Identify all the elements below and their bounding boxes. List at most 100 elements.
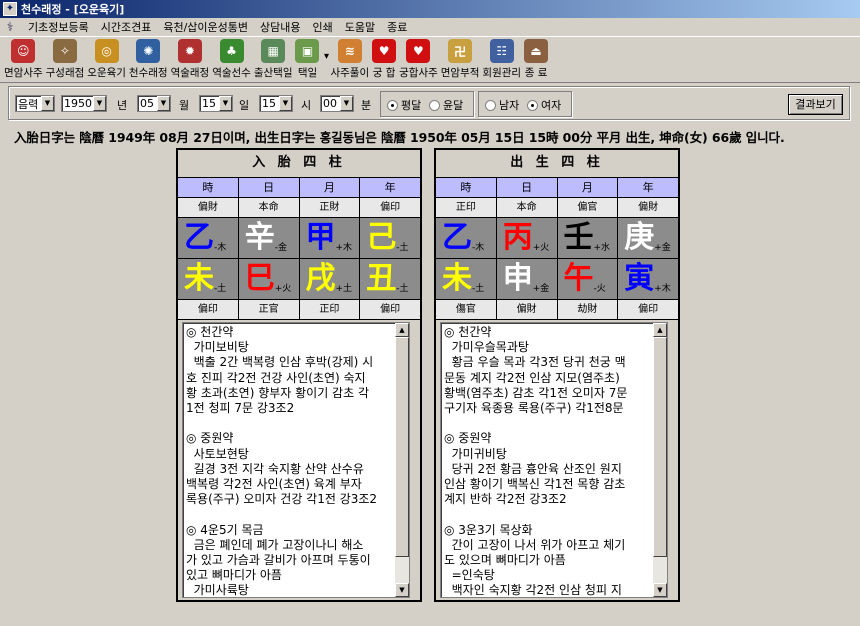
toolbar-button-5[interactable]: ♣ 역술선수 bbox=[212, 37, 251, 80]
scroll-thumb[interactable] bbox=[653, 337, 667, 557]
year-label: 년 bbox=[117, 99, 128, 112]
vertical-scrollbar[interactable]: ▲ ▼ bbox=[395, 323, 409, 597]
view-result-button[interactable]: 결과보기 bbox=[788, 94, 843, 115]
bottom-relations-row: 偏印 正官 正印 偏印 bbox=[178, 300, 420, 320]
radio-label: 평달 bbox=[401, 99, 422, 112]
branch-cell: 巳 +火 bbox=[238, 259, 300, 300]
chevron-down-icon: ▼ bbox=[157, 96, 170, 111]
menu-item-3[interactable]: 상담내용 bbox=[254, 19, 306, 36]
menu-item-1[interactable]: 시간조견표 bbox=[95, 19, 158, 36]
toolbar-button-1[interactable]: ✧ 구성래점 bbox=[46, 37, 84, 80]
day-value: 15 bbox=[202, 97, 216, 110]
stem-char: 庚 bbox=[624, 220, 655, 255]
toolbar-dropdown-icon[interactable]: ▾ bbox=[322, 37, 330, 62]
toolbar-label: 택일 bbox=[297, 67, 318, 79]
menu-item-2[interactable]: 육천/삽이운성통변 bbox=[157, 19, 254, 36]
menu-item-6[interactable]: 종료 bbox=[381, 19, 413, 36]
toolbar-button-4[interactable]: ✹ 역술래정 bbox=[170, 37, 210, 80]
branch-cell: 午 -火 bbox=[557, 259, 619, 300]
scroll-down-icon[interactable]: ▼ bbox=[653, 583, 667, 597]
branch-char: 巳 bbox=[244, 261, 275, 296]
toolbar-button-10[interactable]: ♥ 궁합사주 bbox=[399, 37, 438, 80]
day-select[interactable]: 15 ▼ bbox=[199, 95, 233, 112]
bottom-relation: 正印 bbox=[299, 300, 361, 320]
minute-value: 00 bbox=[323, 97, 337, 110]
toolbar-button-2[interactable]: ◎ 오운육기 bbox=[87, 37, 126, 80]
toolbar-label: 궁합사주 bbox=[399, 67, 438, 79]
vertical-scrollbar[interactable]: ▲ ▼ bbox=[653, 323, 667, 597]
stem-cell: 甲 +木 bbox=[299, 218, 361, 259]
toolbar: ☺ 면암사주 ✧ 구성래점 ◎ 오운육기 ✺ 천수래정 ✹ 역술래정 ♣ 역술선수 ▦ 출산택일 ▣ 택일 ▾ ≋… bbox=[0, 37, 860, 83]
fan-icon: ✧ bbox=[52, 39, 77, 63]
radio-dot bbox=[485, 99, 496, 111]
stem-char: 辛 bbox=[244, 220, 275, 255]
calendar-type-select[interactable]: 음력 ▼ bbox=[15, 95, 55, 112]
options-bar: 음력 ▼ 1950 ▼ 년 05 ▼ 월 15 ▼ 일 15 ▼ 시 00 ▼ 분 평달 윤… bbox=[8, 86, 850, 120]
branch-element: +木 bbox=[654, 284, 671, 294]
toolbar-button-12[interactable]: ☷ 회원관리 bbox=[482, 37, 521, 80]
top-relation: 偏財 bbox=[618, 198, 678, 218]
radio-leap-month[interactable]: 윤달 bbox=[429, 97, 463, 113]
hour-select[interactable]: 15 ▼ bbox=[259, 95, 293, 112]
card-icon: ▣ bbox=[295, 39, 320, 63]
toolbar-label: 회원관리 bbox=[482, 67, 522, 79]
menu-item-5[interactable]: 도움말 bbox=[339, 19, 381, 36]
toolbar-button-6[interactable]: ▦ 출산택일 bbox=[254, 37, 292, 80]
branch-char: 寅 bbox=[624, 261, 655, 296]
bottom-relation: 偏印 bbox=[178, 300, 239, 320]
chevron-down-icon: ▼ bbox=[93, 96, 106, 111]
branch-element: -土 bbox=[214, 284, 227, 294]
toolbar-label: 역술래정 bbox=[170, 67, 210, 79]
menu-item-0[interactable]: 기초정보등록 bbox=[22, 19, 95, 36]
bottom-relation: 偏印 bbox=[618, 300, 678, 320]
radio-female[interactable]: 여자 bbox=[527, 97, 561, 113]
radio-normal-month[interactable]: 평달 bbox=[387, 97, 421, 113]
summary-text: 入胎日字는 陰曆 1949年 08月 27日이며, 出生日字는 홍길동님은 陰曆… bbox=[14, 130, 785, 145]
branch-cell: 申 +金 bbox=[496, 259, 558, 300]
chevron-down-icon: ▼ bbox=[279, 96, 292, 111]
chevron-down-icon: ▼ bbox=[219, 96, 232, 111]
top-relation: 偏印 bbox=[360, 198, 420, 218]
toolbar-button-3[interactable]: ✺ 천수래정 bbox=[129, 37, 168, 80]
branch-char: 午 bbox=[563, 261, 594, 296]
members-icon: ☷ bbox=[489, 39, 514, 63]
branch-element: -土 bbox=[396, 284, 409, 294]
top-relation: 正印 bbox=[436, 198, 497, 218]
prescription-textbox[interactable]: ◎ 천간약 가미보비탕 백출 2간 백복령 인삼 후박(강제) 시 호 진피 각… bbox=[182, 322, 410, 598]
stem-cell: 乙 -木 bbox=[436, 218, 497, 259]
bottom-relations-row: 傷官 偏財 劫財 偏印 bbox=[436, 300, 678, 320]
toolbar-label: 천수래정 bbox=[128, 67, 168, 79]
toolbar-label: 면암부적 bbox=[440, 67, 480, 79]
toolbar-button-11[interactable]: 卍 면암부적 bbox=[440, 37, 480, 80]
radio-dot bbox=[387, 99, 398, 111]
scroll-up-icon[interactable]: ▲ bbox=[653, 323, 667, 337]
toolbar-button-0[interactable]: ☺ 면암사주 bbox=[4, 37, 43, 80]
scroll-thumb[interactable] bbox=[395, 337, 409, 557]
minute-select[interactable]: 00 ▼ bbox=[320, 95, 354, 112]
toolbar-button-13[interactable]: ⏏ 종 료 bbox=[524, 37, 549, 80]
radio-male[interactable]: 남자 bbox=[485, 97, 519, 113]
stem-element: -金 bbox=[274, 243, 287, 253]
scroll-icon: ≋ bbox=[337, 39, 362, 63]
toolbar-button-7[interactable]: ▣ 택일 bbox=[295, 37, 320, 80]
scroll-up-icon[interactable]: ▲ bbox=[395, 323, 409, 337]
stem-element: +水 bbox=[593, 243, 611, 253]
prescription-textbox[interactable]: ◎ 천간약 가미우슬목과탕 황금 우슬 목과 각3전 당귀 천궁 맥 문동 계지… bbox=[440, 322, 668, 598]
radio-dot bbox=[429, 99, 440, 111]
heavenly-stems-row: 乙 -木辛 -金甲 +木己 -土 bbox=[178, 218, 420, 259]
toolbar-label: 역술선수 bbox=[212, 67, 251, 79]
month-select[interactable]: 05 ▼ bbox=[137, 95, 171, 112]
bottom-relation: 劫財 bbox=[557, 300, 619, 320]
menu-item-4[interactable]: 인쇄 bbox=[307, 19, 339, 36]
scroll-down-icon[interactable]: ▼ bbox=[395, 583, 409, 597]
toolbar-label: 면암사주 bbox=[4, 67, 43, 79]
prescription-text: ◎ 천간약 가미보비탕 백출 2간 백복령 인삼 후박(강제) 시 호 진피 각… bbox=[186, 325, 378, 598]
top-relation: 偏財 bbox=[178, 198, 239, 218]
branch-cell: 未 -土 bbox=[178, 259, 239, 300]
branch-element: -火 bbox=[593, 284, 606, 294]
toolbar-button-9[interactable]: ♥ 궁 합 bbox=[372, 37, 397, 80]
top-relations-row: 偏財 本命 正財 偏印 bbox=[178, 198, 420, 218]
year-select[interactable]: 1950 ▼ bbox=[61, 95, 107, 112]
branch-element: +金 bbox=[532, 284, 550, 294]
toolbar-button-8[interactable]: ≋ 사주풀이 bbox=[330, 37, 369, 80]
